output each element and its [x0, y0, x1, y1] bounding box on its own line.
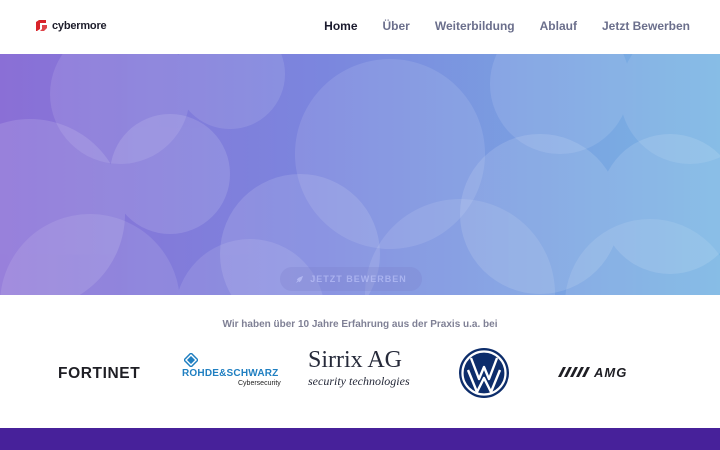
rocket-icon — [296, 275, 304, 283]
sirrix-name: Sirrix AG — [308, 347, 403, 373]
sirrix-logo: Sirrix AG security technologies — [306, 347, 416, 391]
rohde-schwarz-logo: ROHDE&SCHWARZ Cybersecurity — [182, 351, 290, 393]
amg-logo: AMG — [558, 364, 660, 380]
partners-section: Wir haben über 10 Jahre Erfahrung aus de… — [0, 295, 720, 428]
hero-apply-button[interactable]: JETZT BEWERBEN — [280, 267, 422, 291]
brand-name: cybermore — [52, 19, 107, 32]
nav-ablauf[interactable]: Ablauf — [540, 18, 577, 34]
cloud-background — [0, 54, 720, 295]
rs-diamond-icon — [184, 353, 198, 367]
brand-logo[interactable]: cybermore — [35, 19, 107, 32]
sirrix-sub: security technologies — [308, 374, 410, 388]
fortinet-logo: FORTINET — [58, 361, 162, 383]
hero-section: JETZT BEWERBEN — [0, 54, 720, 295]
fortinet-wordmark-icon: FORTINET — [58, 365, 140, 382]
rs-sub: Cybersecurity — [238, 380, 281, 387]
main-nav: Home Über Weiterbildung Ablauf Jetzt Bew… — [324, 18, 690, 34]
site-header: cybermore Home Über Weiterbildung Ablauf… — [0, 0, 720, 54]
nav-weiterbildung[interactable]: Weiterbildung — [435, 18, 515, 34]
volkswagen-logo — [457, 346, 511, 400]
vw-emblem-icon — [459, 348, 509, 398]
nav-ueber[interactable]: Über — [383, 18, 410, 34]
amg-wordmark-icon: AMG — [558, 365, 627, 380]
cybermore-logo-icon — [36, 20, 47, 31]
svg-text:FORTINET: FORTINET — [58, 365, 140, 382]
rs-name: ROHDE&SCHWARZ — [182, 368, 279, 379]
nav-home[interactable]: Home — [324, 18, 357, 34]
hero-apply-label: JETZT BEWERBEN — [310, 274, 407, 284]
svg-text:AMG: AMG — [593, 365, 627, 380]
partner-logo-row: FORTINET ROHDE&SCHWARZ Cybersecurity Sir… — [0, 345, 720, 401]
nav-jetzt-bewerben[interactable]: Jetzt Bewerben — [602, 18, 690, 34]
partners-heading: Wir haben über 10 Jahre Erfahrung aus de… — [222, 319, 498, 330]
next-section-band — [0, 428, 720, 450]
